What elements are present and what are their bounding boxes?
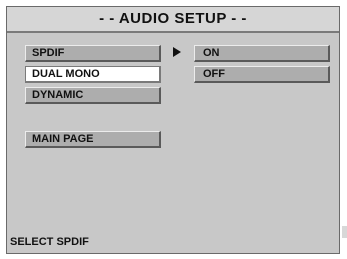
audio-setup-screen: - - AUDIO SETUP - - SPDIF DUAL MONO DYNA… [6,6,340,254]
status-text: SELECT SPDIF [10,236,89,248]
menu-item-main-page[interactable]: MAIN PAGE [25,131,161,148]
edge-divider [342,226,347,238]
play-arrow-icon [173,47,181,57]
menu-item-dynamic[interactable]: DYNAMIC [25,87,161,104]
menu-item-spdif[interactable]: SPDIF [25,45,161,62]
page-title: - - AUDIO SETUP - - [7,7,339,33]
option-off[interactable]: OFF [194,66,330,83]
menu-item-dual-mono[interactable]: DUAL MONO [25,66,161,83]
option-on[interactable]: ON [194,45,330,62]
